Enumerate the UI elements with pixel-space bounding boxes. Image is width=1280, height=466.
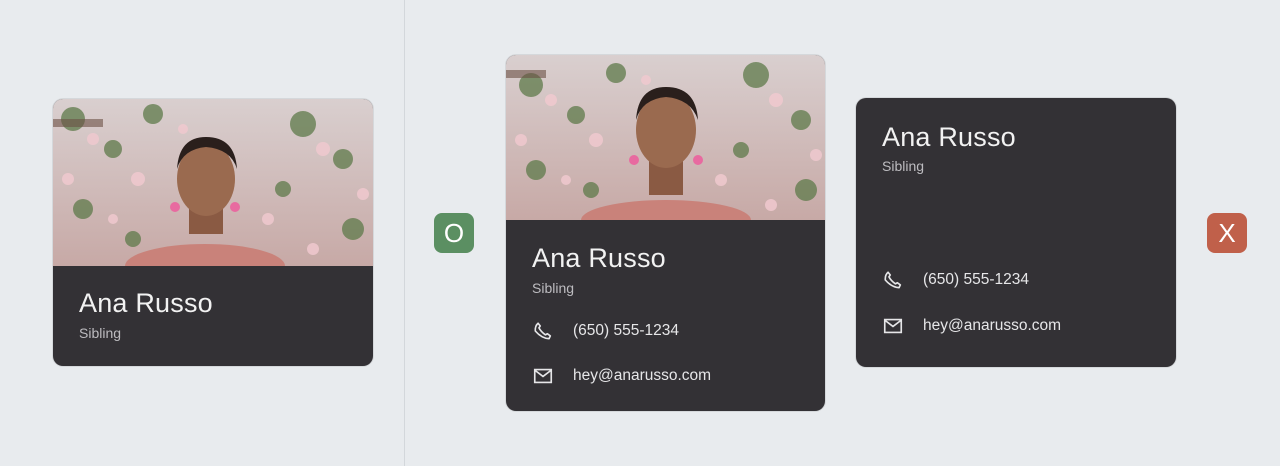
email-row[interactable]: hey@anarusso.com [882, 315, 1061, 337]
contact-name: Ana Russo [532, 243, 666, 273]
contact-card-baseline[interactable]: Ana Russo Sibling [53, 99, 373, 366]
phone-number: (650) 555-1234 [923, 271, 1029, 288]
phone-icon [532, 320, 554, 342]
contact-photo [506, 55, 825, 220]
contact-relation: Sibling [79, 325, 122, 341]
contact-card-correct[interactable]: Ana Russo Sibling (650) 555-1234 hey@ana… [506, 55, 825, 411]
phone-row[interactable]: (650) 555-1234 [882, 269, 1029, 291]
phone-row[interactable]: (650) 555-1234 [532, 320, 679, 342]
email-address: hey@anarusso.com [573, 367, 712, 384]
do-badge-label: O [443, 217, 465, 248]
email-address: hey@anarusso.com [923, 317, 1062, 334]
dont-badge: X [1207, 213, 1247, 253]
do-badge: O [434, 213, 474, 253]
contact-name: Ana Russo [79, 288, 213, 318]
phone-icon [882, 269, 904, 291]
mail-icon [882, 315, 904, 337]
contact-relation: Sibling [532, 280, 575, 296]
contact-relation: Sibling [882, 158, 925, 174]
dont-badge-label: X [1218, 217, 1236, 248]
contact-photo [53, 99, 373, 266]
email-row[interactable]: hey@anarusso.com [532, 365, 711, 387]
mail-icon [532, 365, 554, 387]
contact-card-incorrect[interactable]: Ana Russo Sibling (650) 555-1234 hey@ana… [856, 98, 1176, 367]
panel-divider [404, 0, 405, 466]
contact-name: Ana Russo [882, 122, 1016, 152]
phone-number: (650) 555-1234 [573, 322, 679, 339]
